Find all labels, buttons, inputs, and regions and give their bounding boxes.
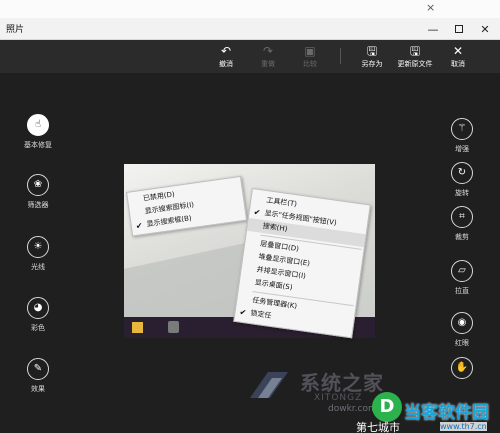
tool-basic-fix[interactable]: ☝ 基本修复 — [18, 114, 58, 150]
update-original-button[interactable]: 🖫 更新原文件 — [397, 43, 433, 71]
redo-icon: ↷ — [262, 44, 274, 58]
tool-filters[interactable]: ❀ 筛选器 — [18, 174, 58, 210]
tool-straighten[interactable]: ▱ 拉直 — [442, 260, 482, 296]
tool-effects[interactable]: ✎ 效果 — [18, 358, 58, 394]
tool-crop[interactable]: ⌗ 裁剪 — [442, 206, 482, 242]
tool-color-label: 彩色 — [31, 324, 45, 332]
watermark-city: 第七城市 — [356, 421, 400, 433]
save-as-button[interactable]: 🖫 另存为 — [354, 43, 390, 71]
tool-light[interactable]: ☀ 光线 — [18, 236, 58, 272]
undo-icon: ↶ — [220, 44, 232, 58]
minimize-button[interactable]: — — [420, 18, 446, 40]
checkmark-icon: ✔ — [253, 207, 261, 218]
cancel-button[interactable]: ✕ 取消 — [440, 43, 476, 71]
eye-icon: ◉ — [451, 312, 473, 334]
taskbar-menu-item-label: 工具栏(T) — [265, 196, 298, 209]
checkmark-icon: ✔ — [135, 221, 144, 231]
straighten-icon: ▱ — [451, 260, 473, 282]
rotate-icon: ↻ — [451, 162, 473, 184]
tool-rotate[interactable]: ↻ 旋转 — [442, 162, 482, 198]
hand-icon: ☝ — [27, 114, 49, 136]
tool-red-eye-label: 红眼 — [455, 339, 469, 347]
undo-button[interactable]: ↶ 撤消 — [208, 43, 244, 71]
maximize-icon — [455, 25, 463, 33]
watermark-url: dowkr.com — [328, 404, 377, 414]
tool-color[interactable]: ◕ 彩色 — [18, 297, 58, 333]
command-separator — [340, 48, 341, 64]
watermark-brand: 当客软件园 — [404, 403, 489, 423]
sun-icon: ☀ — [27, 236, 49, 258]
compare-icon: ▣ — [304, 44, 316, 58]
photo-folder-icon — [132, 322, 143, 333]
tool-enhance-label: 增强 — [455, 145, 469, 153]
compare-label: 比较 — [303, 60, 317, 68]
tool-straighten-label: 拉直 — [455, 287, 469, 295]
search-menu-item-label: 已禁用(D) — [142, 190, 176, 203]
tool-basic-fix-label: 基本修复 — [24, 141, 52, 149]
watermark-url-2: www.th7.cn — [440, 422, 487, 431]
effects-icon: ✎ — [27, 358, 49, 380]
palette-icon: ◕ — [27, 297, 49, 319]
tool-red-eye[interactable]: ◉ 红眼 — [442, 312, 482, 348]
close-icon: ✕ — [452, 44, 464, 58]
taskbar-menu-item-label: 锁定任 — [250, 309, 272, 320]
taskbar-menu-item-label: 显示桌面(S) — [254, 278, 293, 292]
tool-rotate-label: 旋转 — [455, 189, 469, 197]
tool-enhance[interactable]: ⚚ 增强 — [442, 118, 482, 154]
magic-wand-icon: ⚚ — [451, 118, 473, 140]
tool-light-label: 光线 — [31, 263, 45, 271]
cancel-label: 取消 — [451, 60, 465, 68]
touch-icon: ✋ — [451, 357, 473, 379]
xitongzhijia-logo-icon — [250, 372, 288, 398]
tool-effects-label: 效果 — [31, 385, 45, 393]
compare-button[interactable]: ▣ 比较 — [292, 43, 328, 71]
watermark-title: 系统之家 — [300, 371, 384, 395]
background-close-icon[interactable]: × — [426, 1, 435, 14]
maximize-button[interactable] — [446, 18, 472, 40]
window-title: 照片 — [6, 25, 25, 35]
title-bar: 照片 — ✕ — [0, 18, 500, 40]
checkmark-icon: ✔ — [238, 307, 247, 318]
photo-app-icon — [168, 321, 179, 333]
save-icon: 🖫 — [409, 44, 421, 58]
brand-logo-icon: D — [372, 392, 402, 422]
redo-button[interactable]: ↷ 重做 — [250, 43, 286, 71]
save-as-icon: 🖫 — [366, 44, 378, 58]
crop-icon: ⌗ — [451, 206, 473, 228]
background-window-strip: × — [0, 0, 500, 18]
close-window-button[interactable]: ✕ — [472, 18, 498, 40]
watermark-subtitle: XITONGZ — [314, 393, 363, 403]
photo-context-menu-taskbar: 工具栏(T) ✔ 显示"任务视图"按钮(V) 搜索(H) 层叠窗口(D) 堆叠显示窗口(E… — [233, 188, 371, 339]
tool-touch[interactable]: ✋ — [442, 357, 482, 379]
filter-icon: ❀ — [27, 174, 49, 196]
command-bar: ↶ 撤消 ↷ 重做 ▣ 比较 🖫 另存为 🖫 更新原文件 ✕ 取消 — [0, 40, 500, 73]
taskbar-menu-item-label: 搜索(H) — [262, 221, 288, 234]
tool-crop-label: 裁剪 — [455, 233, 469, 241]
tool-filters-label: 筛选器 — [27, 201, 49, 209]
